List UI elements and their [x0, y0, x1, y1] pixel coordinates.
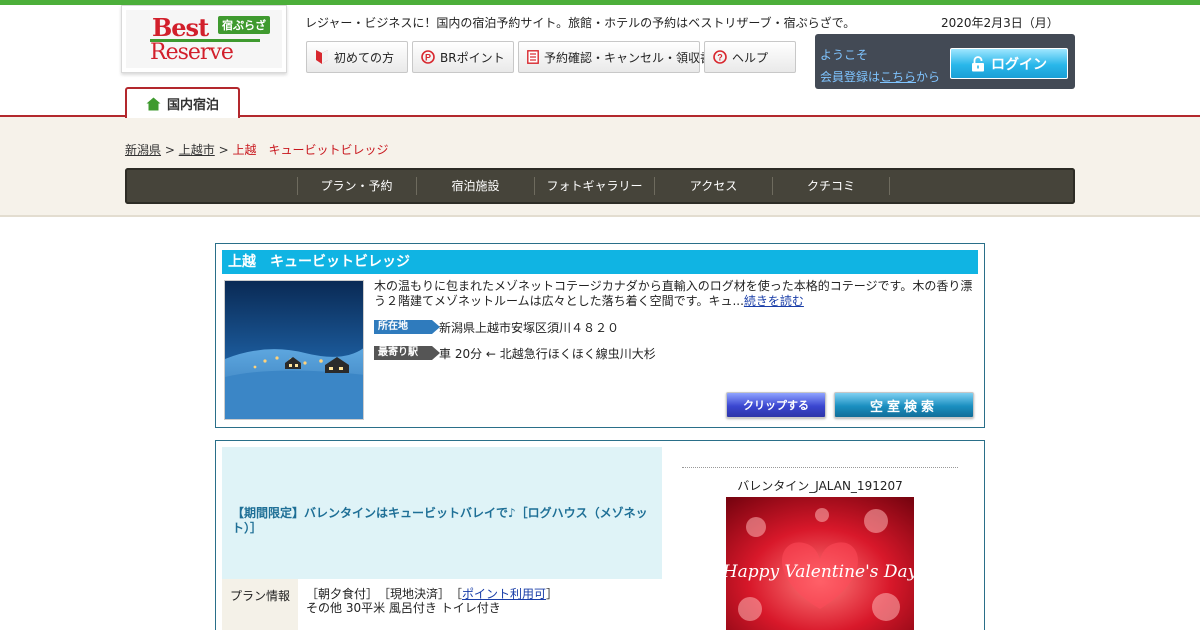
nav-reviews[interactable]: クチコミ: [772, 177, 890, 195]
vacancy-search-button[interactable]: 空室検索: [834, 392, 974, 418]
valentine-image-text: Happy Valentine's Day: [726, 562, 914, 582]
nav-facility[interactable]: 宿泊施設: [416, 177, 534, 195]
plan-info-label: プラン情報: [222, 579, 298, 630]
nav-photo-gallery[interactable]: フォトギャラリー: [534, 177, 654, 195]
hotel-nav: プラン・予約 宿泊施設 フォトギャラリー アクセス クチコミ: [125, 168, 1075, 204]
logo-text-best: Best: [152, 13, 209, 42]
plan-title[interactable]: 【期間限定】バレンタインはキュービットバレイで♪［ログハウス（メゾネット）］: [232, 506, 652, 536]
svg-text:?: ?: [717, 53, 723, 63]
beginner-icon: [315, 50, 329, 64]
hotel-description: 木の温もりに包まれたメゾネットコテージカナダから直輸入のログ材を使った本格的コテ…: [374, 279, 976, 309]
nav-access[interactable]: アクセス: [654, 177, 772, 195]
welcome-text: ようこそ: [820, 48, 869, 62]
breadcrumb-city[interactable]: 上越市: [179, 143, 215, 157]
points-icon: P: [421, 50, 435, 64]
lock-icon: [971, 55, 985, 72]
br-points-label: BRポイント: [440, 50, 505, 65]
hotel-summary: 上越 キュービットビレッジ 木の温もりに包まれたメゾネットコテージカナダから直輸…: [215, 243, 985, 428]
svg-text:P: P: [425, 53, 431, 63]
logo-inner: Best 宿ぷらざ Reserve: [126, 10, 282, 68]
location-tag: 所在地: [374, 320, 440, 334]
plan-info-bracket: ］: [546, 587, 559, 601]
hotel-address: 新潟県上越市安塚区須川４８２０: [439, 321, 620, 335]
nav-plans[interactable]: プラン・予約: [297, 177, 415, 195]
help-icon: ?: [713, 50, 727, 64]
tab-label: 国内宿泊: [166, 98, 219, 113]
hotel-photo[interactable]: [224, 280, 364, 420]
site-tagline: レジャー・ビジネスに！国内の宿泊予約サイト。旅館・ホテルの予約はベストリザーブ・…: [305, 16, 856, 30]
breadcrumb-current: 上越 キュービットビレッジ: [232, 143, 389, 157]
home-icon: [146, 97, 161, 111]
plan-info-meals: ［朝夕食付］ ［現地決済］ ［: [306, 587, 463, 601]
logo-badge: 宿ぷらざ: [218, 16, 270, 34]
plan-divider: [682, 467, 958, 468]
login-label: ログイン: [991, 56, 1047, 73]
plan-info-line2: その他 30平米 風呂付き トイレ付き: [306, 601, 501, 615]
current-date: 2020年2月3日（月）: [941, 16, 1059, 30]
plan-title-cell: 【期間限定】バレンタインはキュービットバレイで♪［ログハウス（メゾネット）］: [222, 447, 662, 579]
plan-card: 【期間限定】バレンタインはキュービットバレイで♪［ログハウス（メゾネット）］ プ…: [215, 440, 985, 630]
help-button[interactable]: ? ヘルプ: [704, 41, 796, 73]
reservation-check-label: 予約確認・キャンセル・領収書: [544, 50, 713, 65]
plan-image-title: バレンタイン_JALAN_191207: [737, 479, 903, 493]
beginner-button[interactable]: 初めての方: [306, 41, 408, 73]
read-more-link[interactable]: 続きを読む: [744, 294, 804, 308]
register-prefix: 会員登録は: [820, 70, 881, 84]
breadcrumb: 新潟県 > 上越市 > 上越 キュービットビレッジ: [125, 141, 388, 158]
reservation-check-button[interactable]: 予約確認・キャンセル・領収書: [518, 41, 712, 73]
tab-domestic-stay[interactable]: 国内宿泊: [125, 87, 240, 118]
register-suffix: から: [916, 70, 941, 84]
hotel-title: 上越 キュービットビレッジ: [222, 250, 978, 274]
register-text: 会員登録はこちらから: [820, 68, 940, 85]
beginner-label: 初めての方: [334, 50, 395, 65]
site-logo[interactable]: Best 宿ぷらざ Reserve: [121, 5, 287, 73]
clip-button[interactable]: クリップする: [726, 392, 826, 418]
hotel-description-text: 木の温もりに包まれたメゾネットコテージカナダから直輸入のログ材を使った本格的コテ…: [374, 279, 973, 308]
breadcrumb-separator: >: [218, 143, 229, 157]
logo-text-reserve: Reserve: [150, 40, 234, 65]
plan-info-line1: ［朝夕食付］ ［現地決済］ ［ポイント利用可］: [306, 587, 558, 601]
help-label: ヘルプ: [732, 50, 769, 65]
hotel-nearest-station: 車 20分 ← 北越急行ほくほく線虫川大杉: [439, 347, 656, 361]
document-icon: [527, 50, 539, 64]
station-tag: 最寄り駅: [374, 346, 440, 360]
login-button[interactable]: ログイン: [950, 48, 1068, 79]
points-usable-link[interactable]: ポイント利用可: [462, 587, 546, 601]
breadcrumb-separator: >: [164, 143, 175, 157]
register-link[interactable]: こちら: [880, 70, 916, 84]
plan-image[interactable]: Happy Valentine's Day: [726, 497, 914, 630]
plan-info: ［朝夕食付］ ［現地決済］ ［ポイント利用可］ その他 30平米 風呂付き トイ…: [306, 587, 558, 615]
br-points-button[interactable]: P BRポイント: [412, 41, 514, 73]
login-panel: ようこそ 会員登録はこちらから ログイン: [815, 34, 1075, 89]
breadcrumb-prefecture[interactable]: 新潟県: [125, 143, 161, 157]
